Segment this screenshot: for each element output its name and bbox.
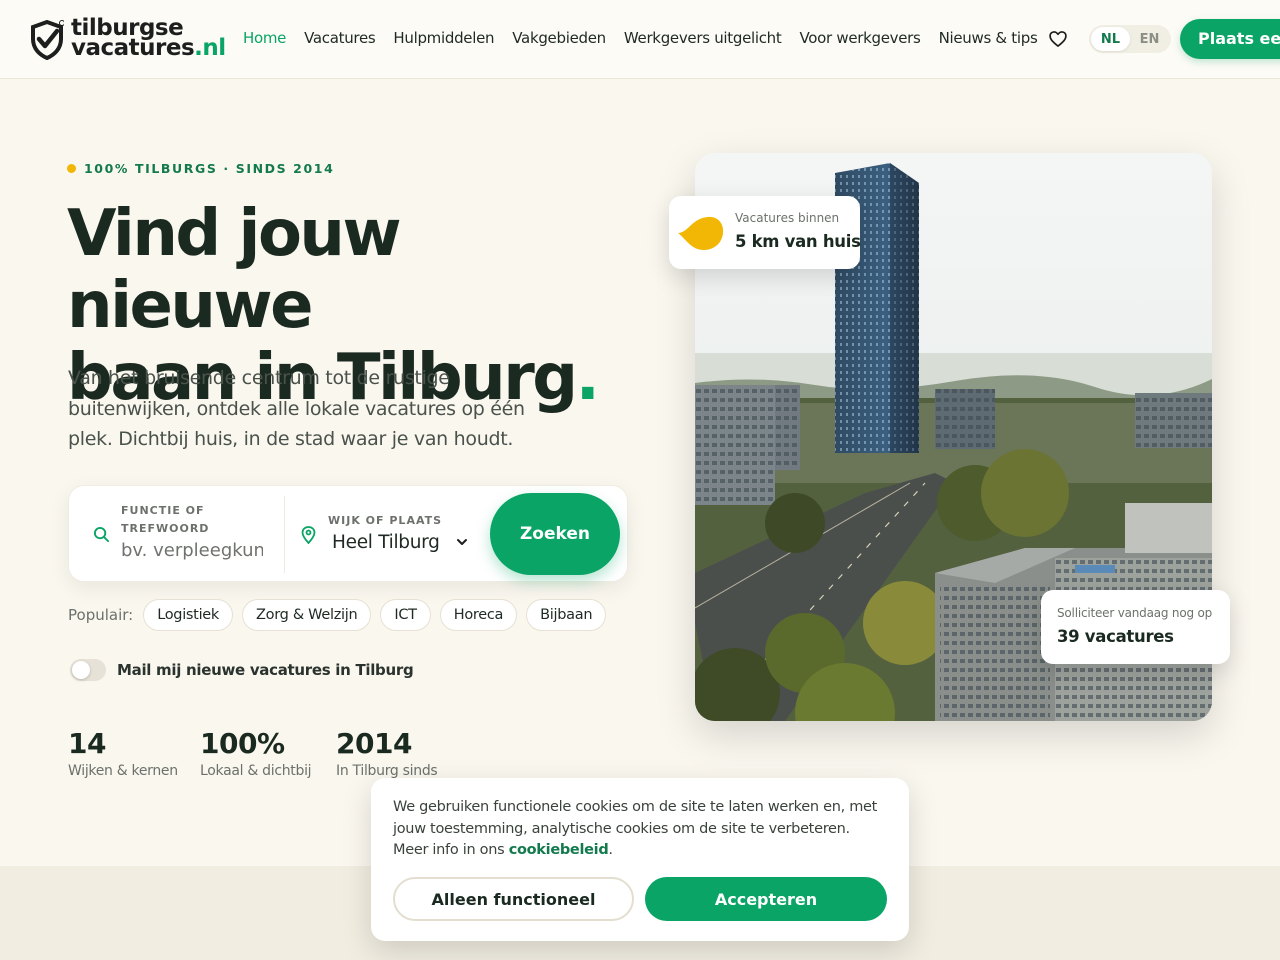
toggle-knob [72,661,90,679]
vacancy-count-badge: Solliciteer vandaag nog op 39 vacatures [1041,590,1230,664]
distance-badge-caption: Vacatures binnen [735,211,840,225]
cookie-text: We gebruiken functionele cookies om de s… [393,799,878,859]
nav-vacatures[interactable]: Vacatures [304,29,376,47]
hero-subtitle: Van het bruisende centrum tot de rustige… [68,367,525,450]
location-select[interactable]: Heel Tilburg [332,532,440,553]
logo-wordmark: tilburgse vacatures.nl [71,15,226,61]
job-alert-label: Mail mij nieuwe vacatures in Tilburg [117,661,414,679]
eyebrow-dot [67,164,76,173]
nav-werkgevers-uitgelicht[interactable]: Werkgevers uitgelicht [624,29,782,47]
location-label: WIJK OF PLAATS [328,514,443,527]
stat-label: Wijken & kernen [68,763,178,779]
chip-horeca[interactable]: Horeca [439,599,518,631]
chip-bijbaan[interactable]: Bijbaan [526,599,607,631]
hero-title-line1: Vind jouw nieuwe [67,197,402,343]
nav-hulpmiddelen[interactable]: Hulpmiddelen [393,29,494,47]
stat-since: 2014 In Tilburg sinds [336,727,438,779]
stat-value: 2014 [336,727,412,760]
popular-label: Populair: [68,606,134,624]
heart-icon[interactable] [1048,29,1068,49]
functional-only-button[interactable]: Alleen functioneel [393,877,634,921]
distance-badge-value: 5 km van huis [735,232,861,251]
hero-title-dot: . [575,341,600,415]
cookie-banner: We gebruiken functionele cookies om de s… [371,778,909,941]
stat-neighbourhoods: 14 Wijken & kernen [68,727,178,779]
eyebrow-text: 100% TILBURGS · SINDS 2014 [84,161,335,176]
keyword-input[interactable] [121,540,263,561]
popular-categories: Populair: Logistiek Zorg & Welzijn ICT H… [68,599,615,631]
nav-home[interactable]: Home [243,29,286,47]
cookie-policy-link[interactable]: cookiebeleid [509,842,609,858]
site-header: tilburgse vacatures.nl Home Vacatures Hu… [0,0,1280,79]
stat-value: 14 [68,727,106,760]
chip-logistiek[interactable]: Logistiek [143,599,234,631]
search-icon [93,526,110,543]
location-pin-icon [301,526,316,544]
distance-badge: Vacatures binnen 5 km van huis [669,196,861,269]
main-nav: Home Vacatures Hulpmiddelen Vakgebieden … [243,29,1056,47]
site-logo[interactable]: tilburgse vacatures.nl [30,15,226,62]
stat-local: 100% Lokaal & dichtbij [200,727,312,779]
stat-label: Lokaal & dichtbij [200,763,312,779]
chip-zorg-welzijn[interactable]: Zorg & Welzijn [242,599,372,631]
search-submit-button[interactable]: Zoeken [490,493,620,575]
language-switch: NL EN [1089,25,1171,53]
lang-en[interactable]: EN [1130,27,1169,51]
job-alert-toggle[interactable] [70,659,106,681]
nav-voor-werkgevers[interactable]: Voor werkgevers [799,29,920,47]
chip-ict[interactable]: ICT [380,599,431,631]
nav-vakgebieden[interactable]: Vakgebieden [512,29,606,47]
job-search-form: FUNCTIE OF TREFWOORD WIJK OF PLAATS Heel… [68,485,628,582]
vacancy-count-value: 39 vacatures [1057,627,1174,646]
vacancy-count-caption: Solliciteer vandaag nog op [1057,606,1213,620]
accept-cookies-button[interactable]: Accepteren [645,877,887,921]
lang-nl[interactable]: NL [1091,27,1130,51]
post-vacancy-button[interactable]: Plaats een [1180,19,1280,59]
leaf-icon [678,216,724,250]
nav-nieuws-tips[interactable]: Nieuws & tips [939,29,1038,47]
shield-check-icon [31,20,64,60]
logo-suffix: .nl [194,35,226,61]
search-divider [284,496,285,573]
chevron-down-icon[interactable] [456,537,468,547]
job-alert-row: Mail mij nieuwe vacatures in Tilburg [70,659,414,681]
stat-label: In Tilburg sinds [336,763,438,779]
hero-eyebrow: 100% TILBURGS · SINDS 2014 [67,161,334,176]
keyword-label: FUNCTIE OF TREFWOORD [121,504,210,535]
stat-value: 100% [200,727,285,760]
